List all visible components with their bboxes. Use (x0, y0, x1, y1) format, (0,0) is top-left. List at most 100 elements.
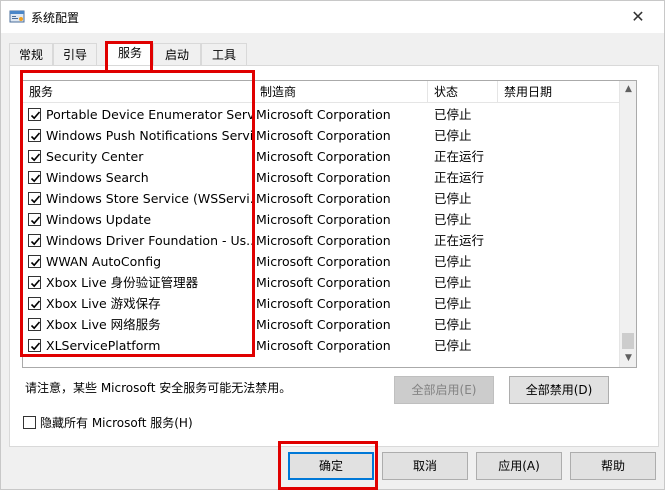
disabled-date-cell (504, 251, 614, 272)
table-row[interactable]: Portable Device Enumerator Serv... Micros… (23, 104, 620, 125)
table-row[interactable]: Security Center Microsoft Corporation 正在运行 (23, 146, 620, 167)
disabled-date-cell (504, 209, 614, 230)
service-name-cell: Windows Push Notifications Servi... (46, 128, 254, 143)
service-checkbox[interactable] (28, 339, 41, 352)
check-icon (30, 216, 41, 225)
column-header-service[interactable]: 服务 (23, 81, 254, 103)
manufacturer-cell: Microsoft Corporation (256, 170, 391, 185)
vertical-scrollbar[interactable]: ▲ ▼ (619, 81, 636, 367)
window-title: 系统配置 (31, 11, 80, 25)
service-name-cell: Portable Device Enumerator Serv... (46, 107, 254, 122)
table-row[interactable]: Windows Push Notifications Servi... Micro… (23, 125, 620, 146)
service-checkbox[interactable] (28, 192, 41, 205)
column-header-disabled-date[interactable]: 禁用日期 (498, 81, 620, 103)
service-checkbox[interactable] (28, 171, 41, 184)
table-row[interactable]: WWAN AutoConfig Microsoft Corporation 已停止 (23, 251, 620, 272)
status-cell: 已停止 (434, 338, 472, 353)
disabled-date-cell (504, 293, 614, 314)
check-icon (30, 174, 41, 183)
status-cell: 已停止 (434, 191, 472, 206)
ok-button[interactable]: 确定 (288, 452, 374, 480)
status-cell: 已停止 (434, 317, 472, 332)
table-row[interactable]: Xbox Live 游戏保存 Microsoft Corporation 已停止 (23, 293, 620, 314)
disabled-date-cell (504, 314, 614, 335)
manufacturer-cell: Microsoft Corporation (256, 212, 391, 227)
column-header-manufacturer[interactable]: 制造商 (254, 81, 428, 103)
manufacturer-cell: Microsoft Corporation (256, 233, 391, 248)
status-cell: 已停止 (434, 296, 472, 311)
tab-tools[interactable]: 工具 (201, 43, 247, 65)
manufacturer-cell: Microsoft Corporation (256, 149, 391, 164)
service-checkbox[interactable] (28, 255, 41, 268)
scroll-down-arrow-icon[interactable]: ▼ (620, 350, 636, 367)
service-name-cell: Windows Store Service (WSServi... (46, 191, 254, 206)
disable-all-button[interactable]: 全部禁用(D) (509, 376, 609, 404)
table-row[interactable]: Xbox Live 身份验证管理器 Microsoft Corporation 已停… (23, 272, 620, 293)
service-checkbox[interactable] (28, 150, 41, 163)
check-icon (30, 111, 41, 120)
check-icon (30, 153, 41, 162)
disabled-date-cell (504, 230, 614, 251)
manufacturer-cell: Microsoft Corporation (256, 317, 391, 332)
scrollbar-thumb[interactable] (622, 333, 634, 349)
service-name-cell: Xbox Live 网络服务 (46, 317, 161, 332)
manufacturer-cell: Microsoft Corporation (256, 107, 391, 122)
service-name-cell: Windows Driver Foundation - Us... (46, 233, 254, 248)
manufacturer-cell: Microsoft Corporation (256, 338, 391, 353)
check-icon (30, 300, 41, 309)
status-cell: 正在运行 (434, 149, 485, 164)
manufacturer-cell: Microsoft Corporation (256, 275, 391, 290)
service-name-cell: Windows Search (46, 170, 149, 185)
scroll-up-arrow-icon[interactable]: ▲ (620, 81, 636, 98)
check-icon (30, 321, 41, 330)
column-header-status[interactable]: 状态 (428, 81, 498, 103)
service-checkbox[interactable] (28, 213, 41, 226)
service-checkbox[interactable] (28, 234, 41, 247)
disabled-date-cell (504, 104, 614, 125)
table-row[interactable]: Windows Store Service (WSServi... Microso… (23, 188, 620, 209)
check-icon (30, 279, 41, 288)
list-header: 服务 制造商 状态 禁用日期 (23, 81, 620, 103)
services-list[interactable]: 服务 制造商 状态 禁用日期 Portable Device Enumerato… (22, 80, 637, 368)
tab-startup[interactable]: 启动 (153, 43, 201, 65)
table-row[interactable]: Xbox Live 网络服务 Microsoft Corporation 已停止 (23, 314, 620, 335)
security-note: 请注意，某些 Microsoft 安全服务可能无法禁用。 (25, 381, 292, 395)
service-checkbox[interactable] (28, 297, 41, 310)
status-cell: 已停止 (434, 254, 472, 269)
cancel-button[interactable]: 取消 (382, 452, 468, 480)
check-icon (30, 342, 41, 351)
check-icon (30, 237, 41, 246)
table-row[interactable]: Windows Search Microsoft Corporation 正在运行 (23, 167, 620, 188)
disabled-date-cell (504, 146, 614, 167)
check-icon (30, 195, 41, 204)
status-cell: 已停止 (434, 128, 472, 143)
tab-general[interactable]: 常规 (9, 43, 53, 65)
tab-boot[interactable]: 引导 (53, 43, 97, 65)
status-cell: 已停止 (434, 107, 472, 122)
service-checkbox[interactable] (28, 276, 41, 289)
table-row[interactable]: Windows Driver Foundation - Us... Microso… (23, 230, 620, 251)
table-row[interactable]: XLServicePlatform Microsoft Corporation 已停… (23, 335, 620, 356)
close-button[interactable]: ✕ (620, 5, 656, 29)
service-name-cell: Xbox Live 身份验证管理器 (46, 275, 199, 290)
disabled-date-cell (504, 188, 614, 209)
manufacturer-cell: Microsoft Corporation (256, 191, 391, 206)
hide-ms-checkbox-box[interactable] (23, 416, 36, 429)
manufacturer-cell: Microsoft Corporation (256, 296, 391, 311)
check-icon (30, 132, 41, 141)
service-name-cell: Security Center (46, 149, 144, 164)
service-name-cell: XLServicePlatform (46, 338, 161, 353)
disabled-date-cell (504, 335, 614, 356)
enable-all-button[interactable]: 全部启用(E) (394, 376, 494, 404)
service-name-cell: WWAN AutoConfig (46, 254, 162, 269)
apply-button[interactable]: 应用(A) (476, 452, 562, 480)
manufacturer-cell: Microsoft Corporation (256, 128, 391, 143)
service-name-cell: Xbox Live 游戏保存 (46, 296, 161, 311)
table-row[interactable]: Windows Update Microsoft Corporation 已停止 (23, 209, 620, 230)
tab-services[interactable]: 服务 (107, 41, 153, 67)
service-checkbox[interactable] (28, 318, 41, 331)
service-checkbox[interactable] (28, 129, 41, 142)
help-button[interactable]: 帮助 (570, 452, 656, 480)
service-checkbox[interactable] (28, 108, 41, 121)
status-cell: 已停止 (434, 275, 472, 290)
